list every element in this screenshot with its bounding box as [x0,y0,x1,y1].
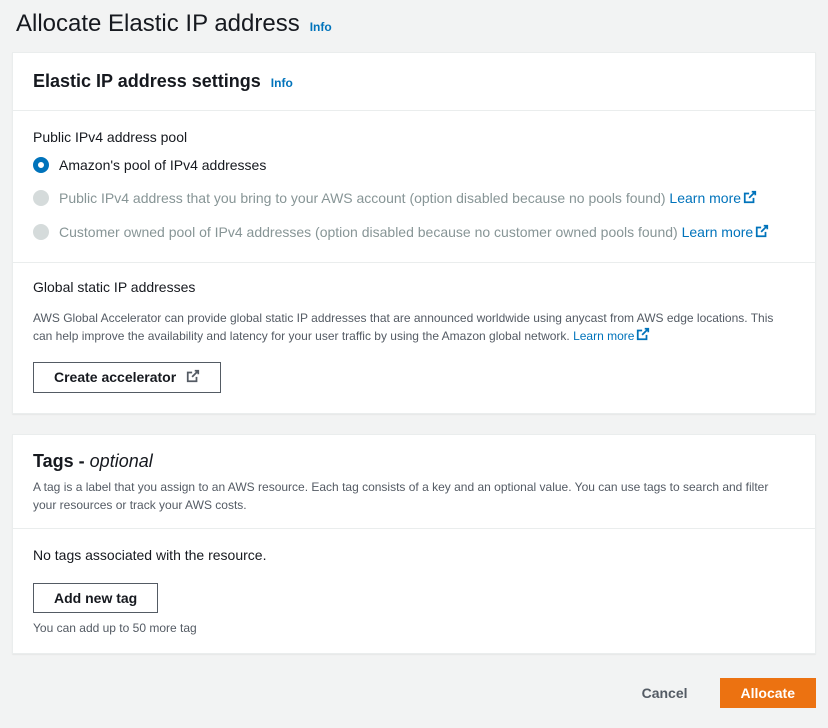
page-header: Allocate Elastic IP address Info [0,0,828,52]
radio-selected-icon [33,157,49,173]
global-ip-description: AWS Global Accelerator can provide globa… [33,309,795,346]
external-link-icon [755,223,769,244]
external-link-icon [186,369,200,386]
learn-more-text: Learn more [682,224,754,240]
settings-panel: Elastic IP address settings Info Public … [12,52,816,414]
external-link-icon [636,327,650,346]
tags-title-text: Tags - [33,451,90,471]
global-ip-section: Global static IP addresses AWS Global Ac… [13,262,815,413]
settings-panel-header: Elastic IP address settings Info [13,53,815,111]
byoip-learn-more-link[interactable]: Learn more [669,190,757,206]
cancel-button[interactable]: Cancel [622,678,708,708]
external-link-icon [743,189,757,210]
tags-panel: Tags - optional A tag is a label that yo… [12,434,816,654]
pool-section: Public IPv4 address pool Amazon's pool o… [13,111,815,262]
global-ip-description-text: AWS Global Accelerator can provide globa… [33,311,773,343]
radio-amazon-label: Amazon's pool of IPv4 addresses [59,155,266,176]
allocate-button[interactable]: Allocate [720,678,816,708]
settings-info-link[interactable]: Info [271,76,293,90]
radio-customer-label: Customer owned pool of IPv4 addresses (o… [59,222,769,244]
radio-disabled-icon [33,224,49,240]
tags-description: A tag is a label that you assign to an A… [33,478,795,514]
global-learn-more-link[interactable]: Learn more [573,329,650,343]
footer-actions: Cancel Allocate [0,674,828,728]
tags-limit-text: You can add up to 50 more tag [33,621,795,635]
tags-optional-text: optional [90,451,153,471]
no-tags-text: No tags associated with the resource. [33,547,795,563]
radio-byoip-label: Public IPv4 address that you bring to yo… [59,188,757,210]
settings-panel-title: Elastic IP address settings [33,71,261,92]
tags-body: No tags associated with the resource. Ad… [13,529,815,653]
global-ip-title: Global static IP addresses [33,279,795,295]
learn-more-text: Learn more [573,329,634,343]
radio-byoip-pool: Public IPv4 address that you bring to yo… [33,188,795,210]
radio-amazon-pool[interactable]: Amazon's pool of IPv4 addresses [33,155,795,176]
page-info-link[interactable]: Info [310,20,332,34]
add-new-tag-button[interactable]: Add new tag [33,583,158,613]
tags-panel-header: Tags - optional A tag is a label that yo… [13,435,815,529]
create-accelerator-button[interactable]: Create accelerator [33,362,221,393]
tags-title: Tags - optional [33,451,795,472]
radio-customer-pool: Customer owned pool of IPv4 addresses (o… [33,222,795,244]
page-title: Allocate Elastic IP address [16,10,300,38]
radio-customer-text: Customer owned pool of IPv4 addresses (o… [59,224,682,240]
radio-disabled-icon [33,190,49,206]
create-accelerator-label: Create accelerator [54,369,176,385]
radio-byoip-text: Public IPv4 address that you bring to yo… [59,190,669,206]
learn-more-text: Learn more [669,190,741,206]
pool-label: Public IPv4 address pool [33,129,795,145]
customer-learn-more-link[interactable]: Learn more [682,224,770,240]
